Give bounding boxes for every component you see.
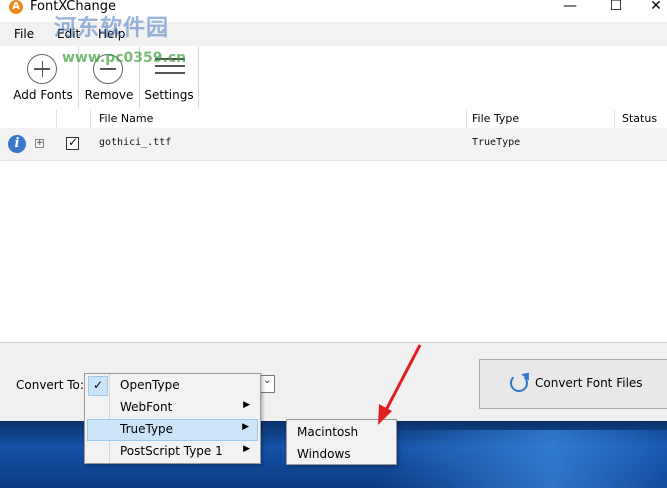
row-checkbox[interactable]: ✓ — [66, 135, 79, 150]
menu-file[interactable]: File — [14, 27, 34, 41]
close-button[interactable]: ✕ — [636, 0, 667, 16]
menu-item-label: OpenType — [120, 378, 180, 392]
watermark-text: 河东软件园 — [54, 15, 170, 41]
menu-item-webfont[interactable]: WebFont ▶ — [87, 397, 258, 419]
submenu-arrow-icon: ▶ — [242, 422, 249, 432]
convert-button-label: Convert Font Files — [535, 376, 643, 390]
menu-item-postscript[interactable]: PostScript Type 1 ▶ — [87, 441, 258, 463]
font-file-grid: File Name File Type Status i + ✓ gothici… — [0, 110, 667, 342]
submenu-arrow-icon: ▶ — [243, 400, 250, 410]
menu-item-label: TrueType — [120, 422, 174, 436]
expand-icon[interactable]: + — [35, 139, 44, 148]
selected-check-box: ✓ — [88, 376, 108, 396]
remove-label: Remove — [84, 88, 134, 102]
watermark-url: www.pc0359.cn — [62, 50, 187, 66]
submenu-arrow-icon: ▶ — [243, 444, 250, 454]
truetype-submenu: Macintosh Windows — [286, 419, 397, 465]
maximize-button[interactable]: ☐ — [596, 0, 636, 16]
menu-item-label: PostScript Type 1 — [120, 444, 223, 458]
check-icon: ✓ — [68, 135, 79, 149]
table-row[interactable]: i + ✓ gothici_.ttf TrueType — [0, 128, 667, 161]
column-file-type[interactable]: File Type — [472, 112, 519, 125]
file-name-cell: gothici_.ttf — [99, 137, 172, 148]
info-icon[interactable]: i — [8, 135, 26, 153]
menu-item-opentype[interactable]: ✓ OpenType — [87, 375, 258, 397]
convert-to-label: Convert To: — [16, 378, 84, 392]
minimize-button[interactable]: — — [550, 0, 590, 16]
convert-to-dropdown[interactable]: ⌄ — [260, 375, 275, 393]
settings-label: Settings — [144, 88, 194, 102]
menu-item-truetype[interactable]: TrueType ▶ — [87, 419, 258, 441]
column-file-name[interactable]: File Name — [99, 112, 153, 125]
add-fonts-label: Add Fonts — [13, 88, 73, 102]
grid-header: File Name File Type Status — [0, 110, 667, 129]
app-window: A FontXChange — ☐ ✕ File Edit Help Add F… — [0, 0, 667, 421]
check-icon: ✓ — [93, 378, 104, 392]
column-status[interactable]: Status — [622, 112, 657, 125]
submenu-item-windows[interactable]: Windows — [297, 447, 351, 461]
submenu-item-macintosh[interactable]: Macintosh — [297, 425, 358, 439]
chevron-down-icon: ⌄ — [263, 375, 272, 386]
convert-format-menu: ✓ OpenType WebFont ▶ TrueType ▶ PostScri… — [84, 373, 261, 464]
app-logo-icon: A — [9, 0, 23, 14]
convert-font-files-button[interactable]: Convert Font Files — [479, 359, 667, 409]
desktop-glow — [380, 430, 667, 488]
plus-icon — [27, 54, 57, 84]
file-type-cell: TrueType — [472, 137, 521, 148]
menu-item-label: WebFont — [120, 400, 173, 414]
